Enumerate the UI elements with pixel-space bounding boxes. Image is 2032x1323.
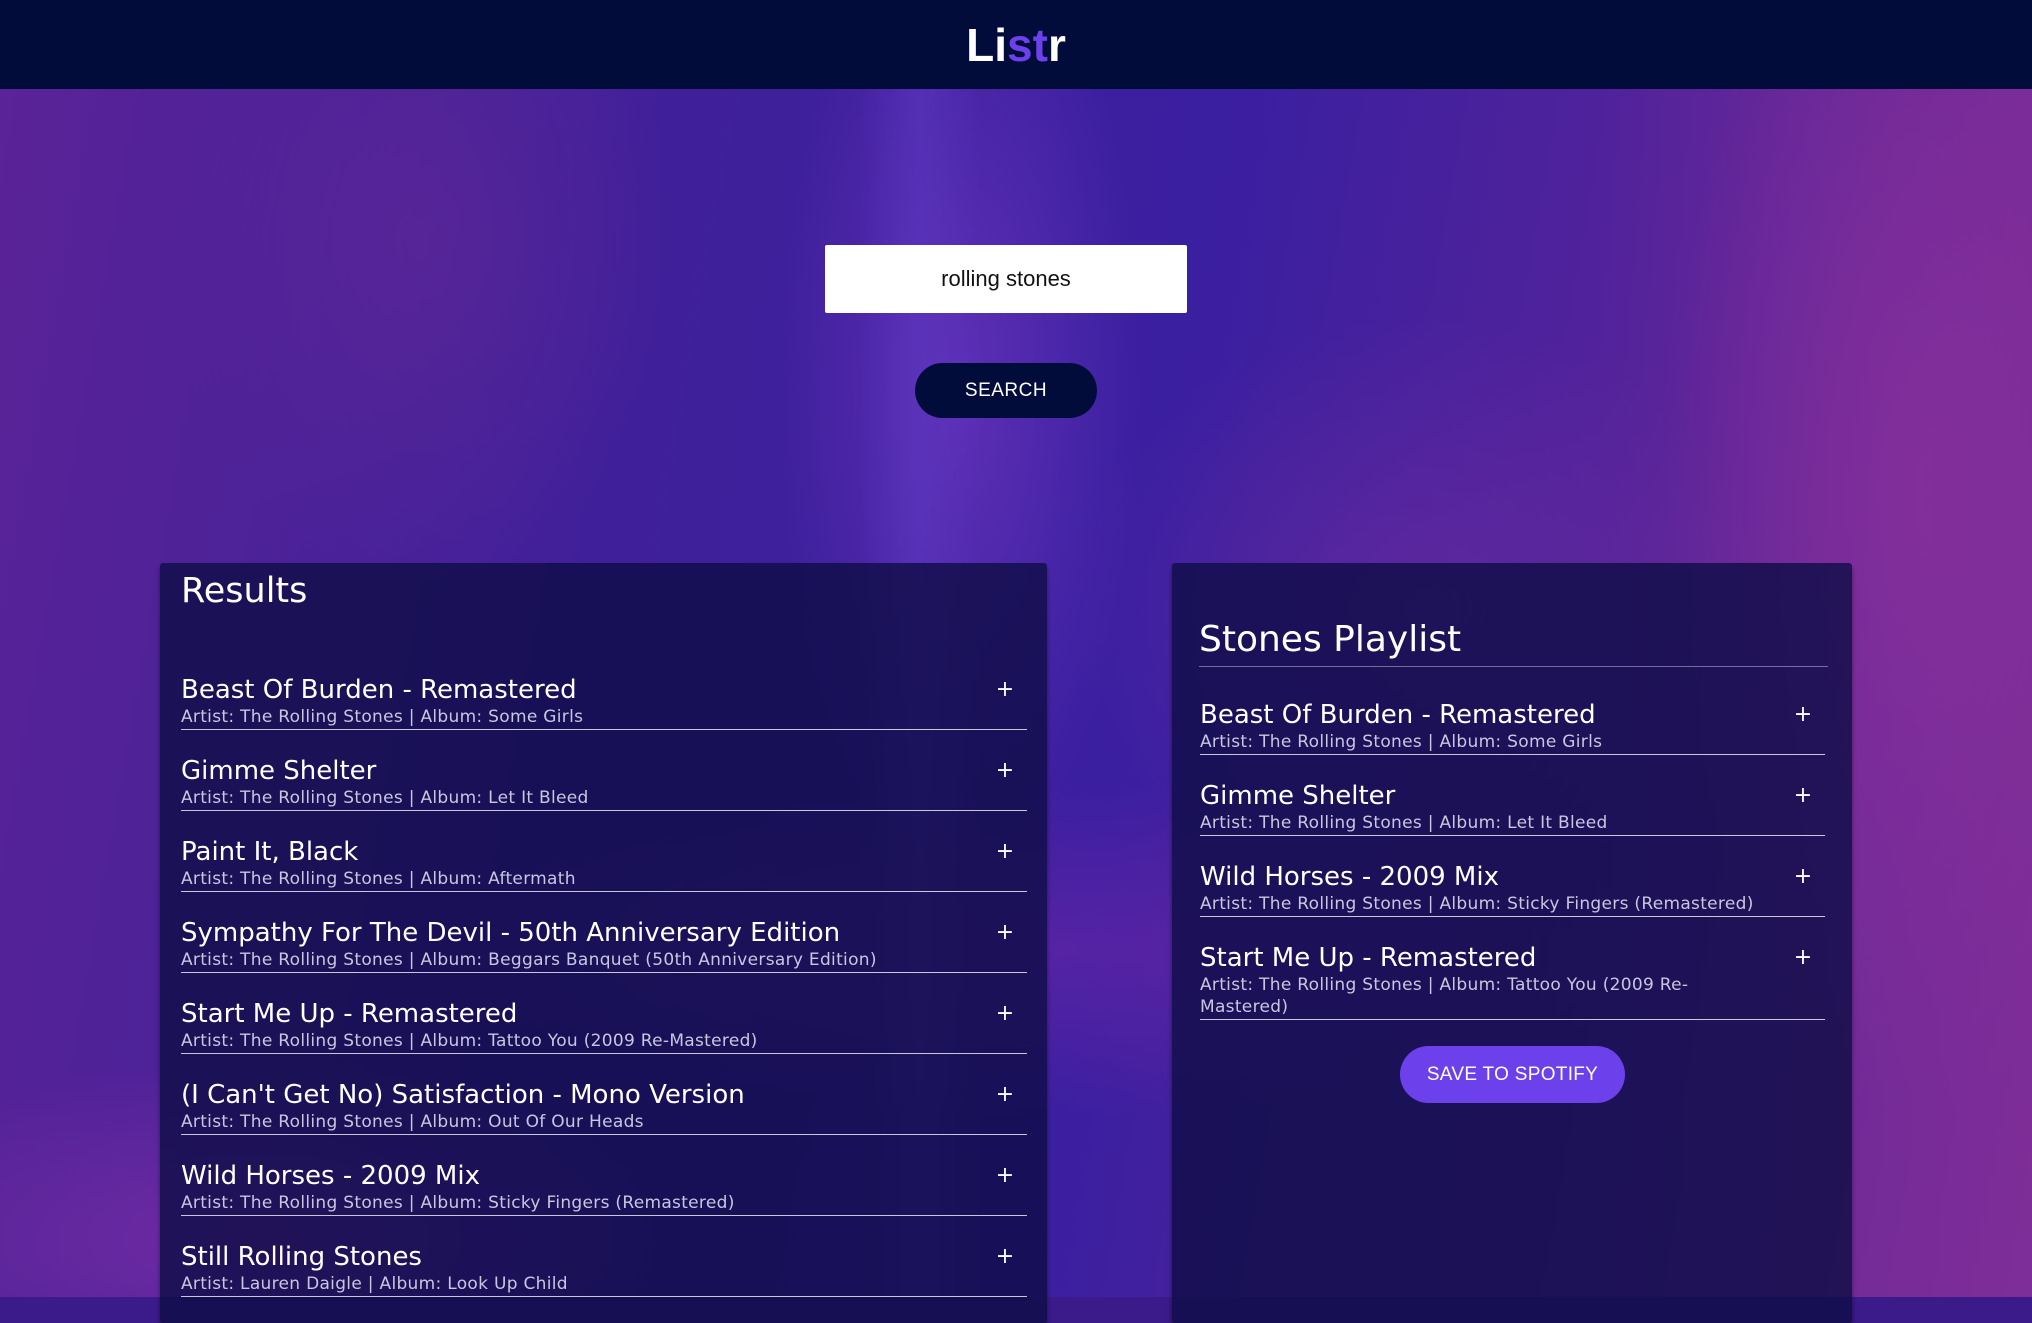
result-track: Wild Horses - 2009 Mix Artist: The Rolli…	[181, 1156, 1027, 1216]
logo-prefix: Li	[966, 18, 1008, 71]
track-action-button[interactable]: +	[1791, 784, 1815, 808]
track-info: Artist: The Rolling Stones | Album: Out …	[181, 1112, 644, 1132]
result-track: (I Can't Get No) Satisfaction - Mono Ver…	[181, 1075, 1027, 1135]
add-track-button[interactable]: +	[993, 1164, 1017, 1188]
playlist-track: Start Me Up - Remastered Artist: The Rol…	[1200, 938, 1825, 1020]
track-name: Wild Horses - 2009 Mix	[1200, 862, 1499, 892]
track-name: (I Can't Get No) Satisfaction - Mono Ver…	[181, 1080, 745, 1110]
track-info: Artist: The Rolling Stones | Album: Stic…	[181, 1193, 735, 1213]
search-input[interactable]	[825, 245, 1187, 313]
playlist-track-list: Beast Of Burden - Remastered Artist: The…	[1200, 695, 1825, 1041]
track-name: Paint It, Black	[181, 837, 359, 867]
result-track: Still Rolling Stones Artist: Lauren Daig…	[181, 1237, 1027, 1297]
track-action-button[interactable]: +	[1791, 865, 1815, 889]
add-track-button[interactable]: +	[993, 921, 1017, 945]
track-name: Gimme Shelter	[1200, 781, 1396, 811]
result-track: Sympathy For The Devil - 50th Anniversar…	[181, 913, 1027, 973]
result-track: Paint It, Black Artist: The Rolling Ston…	[181, 832, 1027, 892]
track-info: Artist: The Rolling Stones | Album: Some…	[181, 707, 584, 727]
search-button[interactable]: SEARCH	[915, 363, 1097, 418]
track-action-button[interactable]: +	[1791, 946, 1815, 970]
track-name: Start Me Up - Remastered	[181, 999, 518, 1029]
playlist-panel: Stones Playlist Beast Of Burden - Remast…	[1172, 563, 1852, 1323]
results-title: Results	[181, 571, 308, 611]
track-info: Artist: The Rolling Stones | Album: Tatt…	[181, 1031, 758, 1051]
track-info: Artist: The Rolling Stones | Album: Tatt…	[1200, 975, 1689, 1017]
save-to-spotify-button[interactable]: SAVE TO SPOTIFY	[1400, 1046, 1625, 1103]
track-action-button[interactable]: +	[1791, 703, 1815, 727]
logo-accent: st	[1007, 18, 1048, 71]
result-track: Beast Of Burden - Remastered Artist: The…	[181, 670, 1027, 730]
app-logo: Listr	[966, 18, 1066, 72]
track-name: Gimme Shelter	[181, 756, 377, 786]
track-name: Sympathy For The Devil - 50th Anniversar…	[181, 918, 841, 948]
track-info: Artist: The Rolling Stones | Album: Let …	[181, 788, 589, 808]
add-track-button[interactable]: +	[993, 1002, 1017, 1026]
result-track: Gimme Shelter Artist: The Rolling Stones…	[181, 751, 1027, 811]
track-info: Artist: The Rolling Stones | Album: Begg…	[181, 950, 877, 970]
add-track-button[interactable]: +	[993, 759, 1017, 783]
playlist-track: Beast Of Burden - Remastered Artist: The…	[1200, 695, 1825, 755]
result-track: Start Me Up - Remastered Artist: The Rol…	[181, 994, 1027, 1054]
app-header: Listr	[0, 0, 2032, 89]
track-name: Beast Of Burden - Remastered	[1200, 700, 1596, 730]
add-track-button[interactable]: +	[993, 678, 1017, 702]
add-track-button[interactable]: +	[993, 840, 1017, 864]
playlist-track: Gimme Shelter Artist: The Rolling Stones…	[1200, 776, 1825, 836]
logo-suffix: r	[1047, 18, 1066, 71]
playlist-track: Wild Horses - 2009 Mix Artist: The Rolli…	[1200, 857, 1825, 917]
track-name: Wild Horses - 2009 Mix	[181, 1161, 480, 1191]
track-info: Artist: Lauren Daigle | Album: Look Up C…	[181, 1274, 568, 1294]
playlist-name-input[interactable]: Stones Playlist	[1199, 619, 1828, 667]
track-info: Artist: The Rolling Stones | Album: Let …	[1200, 813, 1608, 833]
results-track-list: Beast Of Burden - Remastered Artist: The…	[181, 670, 1027, 1318]
track-name: Beast Of Burden - Remastered	[181, 675, 577, 705]
track-name: Still Rolling Stones	[181, 1242, 422, 1272]
track-info: Artist: The Rolling Stones | Album: Afte…	[181, 869, 576, 889]
track-info: Artist: The Rolling Stones | Album: Stic…	[1200, 894, 1754, 914]
results-panel: Results Beast Of Burden - Remastered Art…	[160, 563, 1047, 1323]
track-name: Start Me Up - Remastered	[1200, 943, 1537, 973]
add-track-button[interactable]: +	[993, 1245, 1017, 1269]
add-track-button[interactable]: +	[993, 1083, 1017, 1107]
track-info: Artist: The Rolling Stones | Album: Some…	[1200, 732, 1603, 752]
